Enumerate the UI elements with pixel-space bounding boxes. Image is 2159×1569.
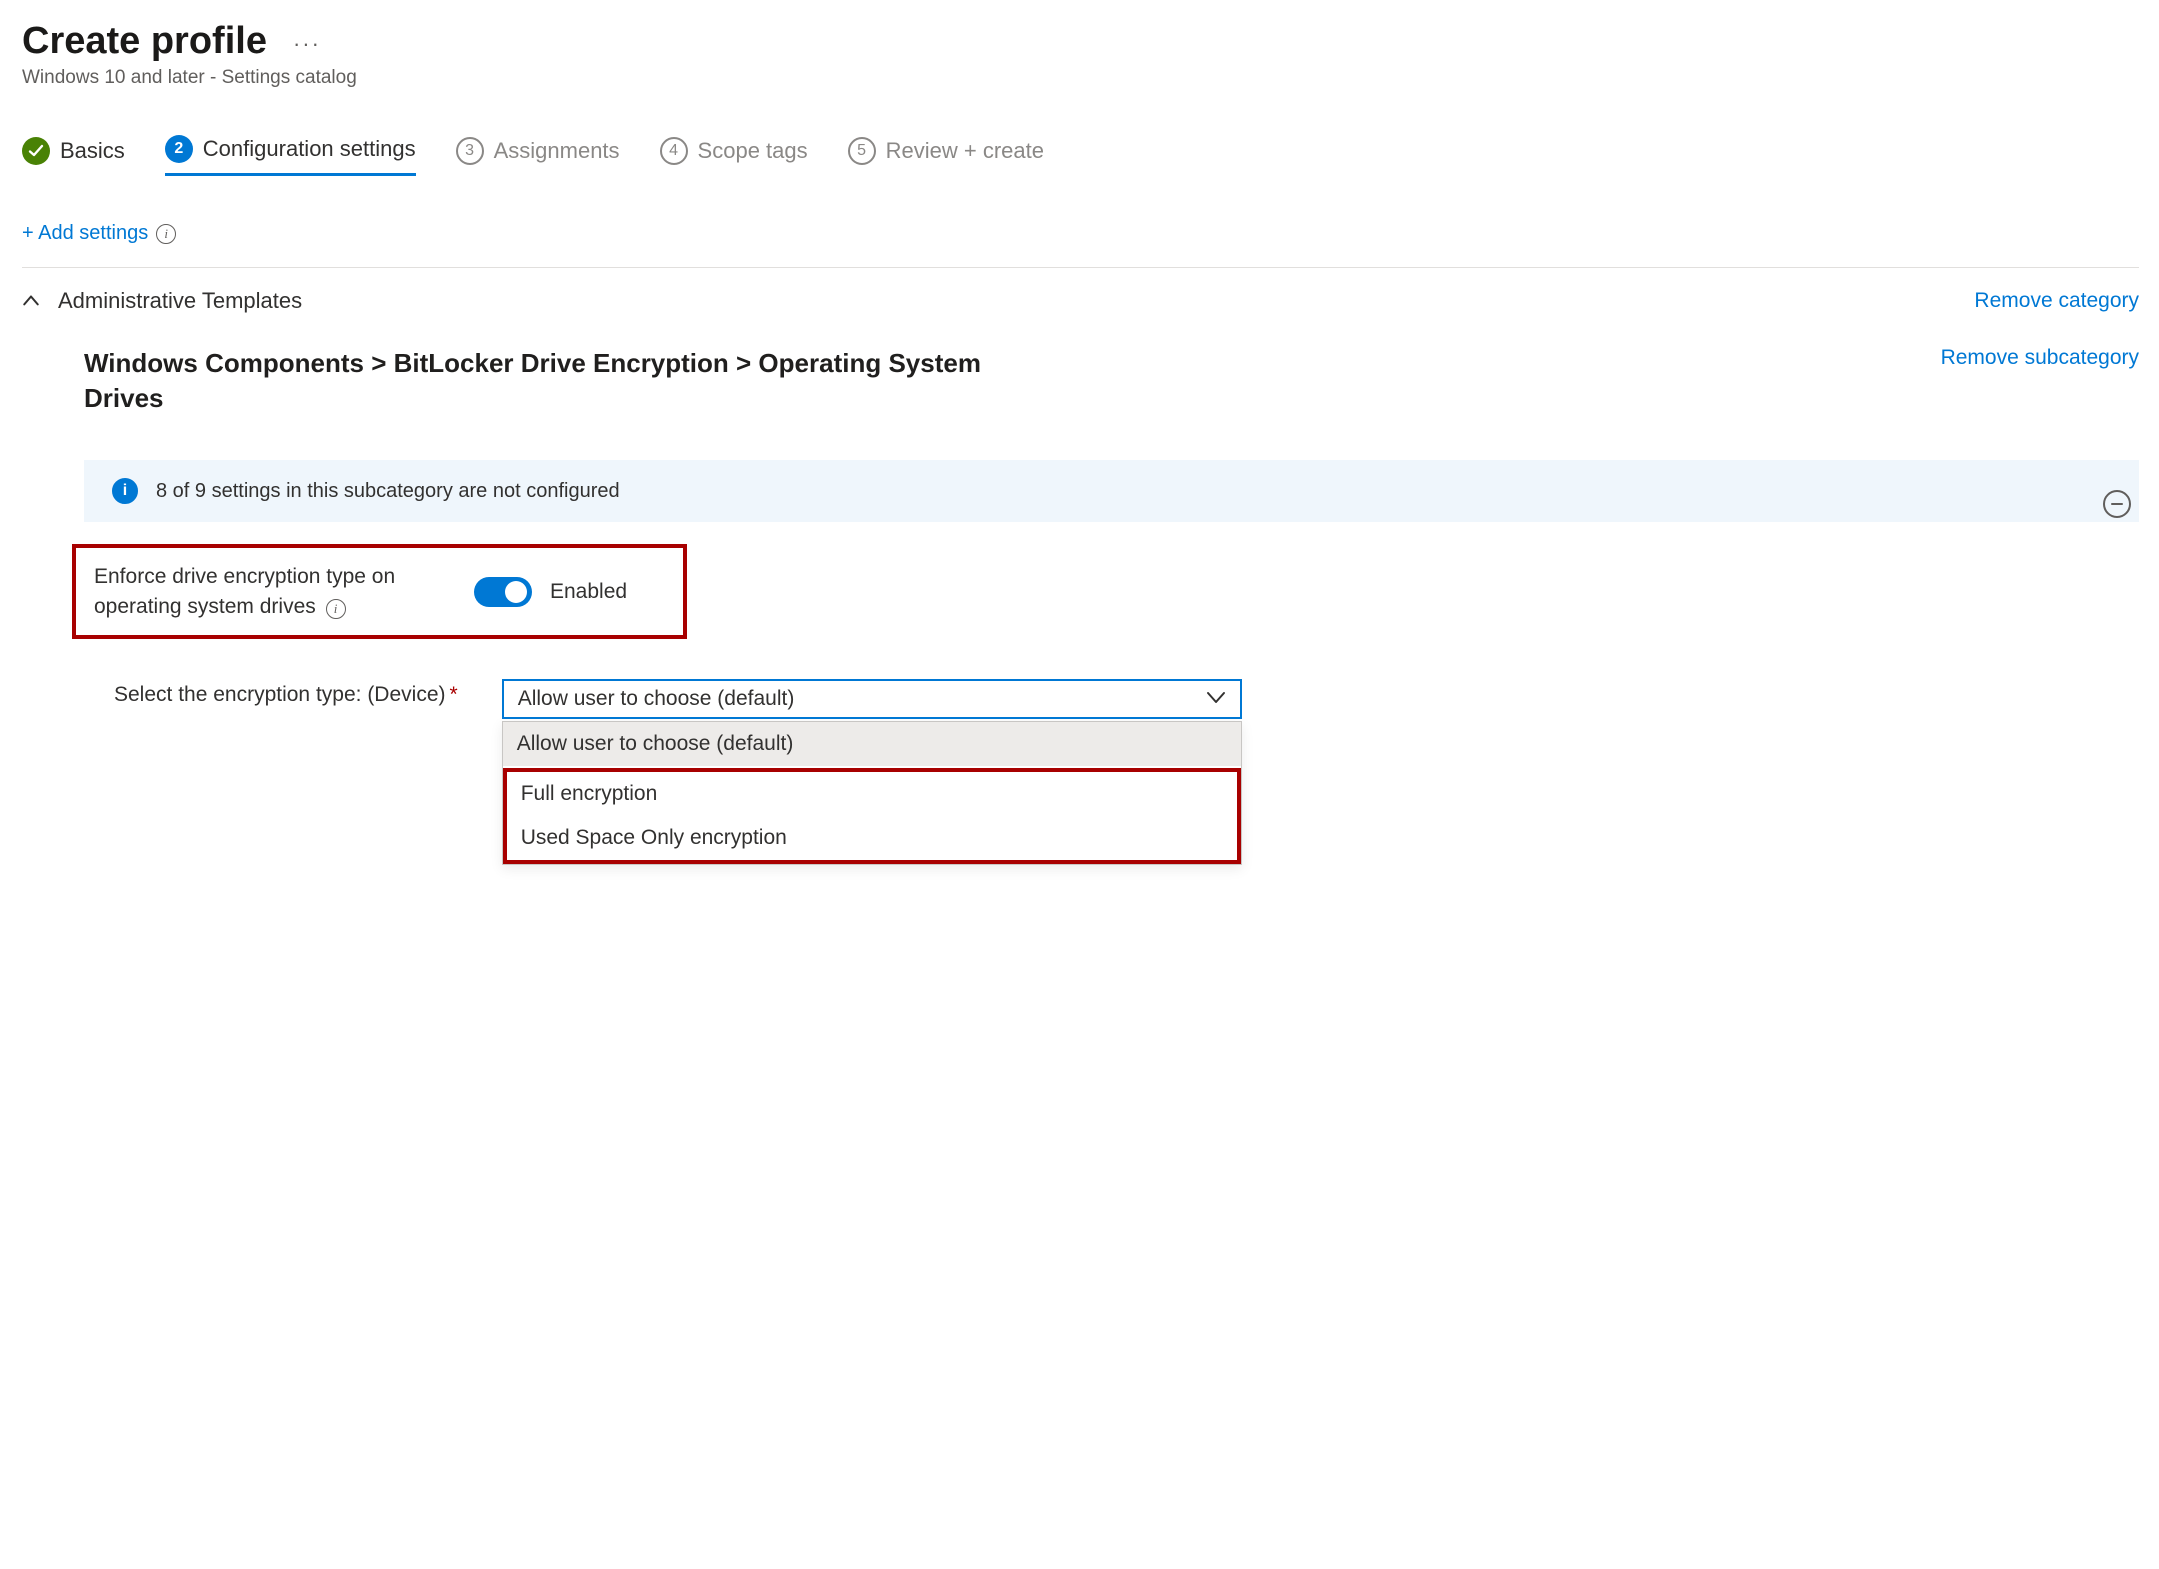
dropdown-selected-value: Allow user to choose (default) xyxy=(518,687,795,710)
remove-setting-button[interactable] xyxy=(2103,490,2131,518)
add-settings-label: + Add settings xyxy=(22,222,148,245)
step-label: Assignments xyxy=(494,138,620,164)
toggle-state-label: Enabled xyxy=(550,580,627,604)
setting-label-text: Enforce drive encryption type on operati… xyxy=(94,565,395,617)
encryption-type-dropdown[interactable]: Allow user to choose (default) xyxy=(502,679,1242,719)
checkmark-icon xyxy=(22,137,50,165)
category-title: Administrative Templates xyxy=(58,288,302,314)
page-title: Create profile xyxy=(22,20,267,63)
info-icon[interactable]: i xyxy=(326,599,346,619)
add-settings-button[interactable]: + Add settings i xyxy=(22,222,176,245)
info-icon[interactable]: i xyxy=(156,224,176,244)
step-label: Basics xyxy=(60,138,125,164)
step-label: Scope tags xyxy=(698,138,808,164)
setting-enforce-encryption: Enforce drive encryption type on operati… xyxy=(72,544,687,639)
step-label: Configuration settings xyxy=(203,136,416,162)
step-configuration-settings[interactable]: 2 Configuration settings xyxy=(165,135,416,176)
remove-subcategory-link[interactable]: Remove subcategory xyxy=(1941,346,2139,370)
option-used-space-only[interactable]: Used Space Only encryption xyxy=(507,816,1237,860)
step-number-icon: 4 xyxy=(660,137,688,165)
step-number-icon: 3 xyxy=(456,137,484,165)
remove-category-link[interactable]: Remove category xyxy=(1974,289,2139,313)
info-banner-text: 8 of 9 settings in this subcategory are … xyxy=(156,480,620,503)
step-basics[interactable]: Basics xyxy=(22,137,125,175)
chevron-up-icon[interactable] xyxy=(22,292,40,310)
step-scope-tags[interactable]: 4 Scope tags xyxy=(660,137,808,175)
info-icon: i xyxy=(112,478,138,504)
page-subtitle: Windows 10 and later - Settings catalog xyxy=(22,67,2139,89)
more-actions-icon[interactable]: ··· xyxy=(293,31,321,57)
encryption-type-label: Select the encryption type: (Device)* xyxy=(114,679,458,707)
required-marker: * xyxy=(450,683,458,706)
dropdown-options: Allow user to choose (default) Full encr… xyxy=(502,721,1242,865)
step-number-icon: 5 xyxy=(848,137,876,165)
subcategory-breadcrumb: Windows Components > BitLocker Drive Enc… xyxy=(84,346,994,416)
option-full-encryption[interactable]: Full encryption xyxy=(507,772,1237,816)
step-label: Review + create xyxy=(886,138,1044,164)
minus-circle-icon xyxy=(2103,490,2131,518)
enabled-toggle[interactable] xyxy=(474,577,532,607)
chevron-down-icon xyxy=(1206,687,1226,711)
step-number-icon: 2 xyxy=(165,135,193,163)
step-assignments[interactable]: 3 Assignments xyxy=(456,137,620,175)
option-allow-user[interactable]: Allow user to choose (default) xyxy=(503,722,1241,766)
wizard-stepper: Basics 2 Configuration settings 3 Assign… xyxy=(22,135,2139,176)
step-review-create[interactable]: 5 Review + create xyxy=(848,137,1044,175)
info-banner: i 8 of 9 settings in this subcategory ar… xyxy=(84,460,2139,522)
